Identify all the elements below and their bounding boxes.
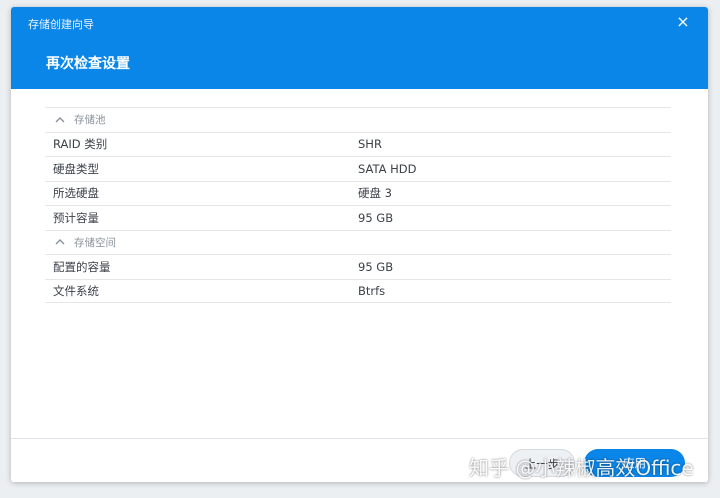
row-label: 文件系统	[53, 283, 99, 298]
section-title: 存储空间	[74, 236, 116, 249]
table-row: 硬盘类型 SATA HDD	[45, 156, 671, 181]
row-label: 配置的容量	[53, 259, 111, 274]
dialog-header: 存储创建向导 × 再次检查设置	[11, 7, 708, 89]
close-icon[interactable]: ×	[674, 13, 692, 31]
screen: 存储创建向导 × 再次检查设置 存储池 RAID 类别 SHR 硬盘类型 SAT…	[0, 0, 720, 498]
section-header-storage-volume[interactable]: 存储空间	[45, 229, 671, 255]
storage-wizard-dialog: 存储创建向导 × 再次检查设置 存储池 RAID 类别 SHR 硬盘类型 SAT…	[11, 7, 708, 482]
row-value: Btrfs	[358, 283, 386, 298]
section-title: 存储池	[74, 114, 106, 127]
table-row: RAID 类别 SHR	[45, 131, 671, 157]
row-label: 预计容量	[53, 210, 99, 225]
section-header-storage-pool[interactable]: 存储池	[45, 107, 671, 132]
table-row: 配置的容量 95 GB	[45, 254, 671, 279]
row-label: 硬盘类型	[53, 161, 99, 176]
row-label: 所选硬盘	[53, 186, 99, 201]
row-value: SATA HDD	[358, 161, 417, 176]
dialog-footer: 上一步 应用	[11, 438, 708, 482]
page-title: 再次检查设置	[46, 56, 130, 72]
summary-table: 存储池 RAID 类别 SHR 硬盘类型 SATA HDD 所选硬盘 硬盘 3 …	[45, 107, 671, 303]
table-row: 文件系统 Btrfs	[45, 278, 671, 303]
table-row: 预计容量 95 GB	[45, 205, 671, 230]
window-title: 存储创建向导	[28, 18, 94, 31]
row-value: 95 GB	[358, 210, 394, 225]
chevron-up-icon	[55, 239, 65, 245]
row-value: 硬盘 3	[358, 186, 392, 201]
row-value: 95 GB	[358, 259, 394, 274]
row-label: RAID 类别	[53, 137, 108, 152]
apply-button[interactable]: 应用	[584, 449, 685, 477]
previous-button[interactable]: 上一步	[509, 449, 575, 477]
row-value: SHR	[358, 137, 382, 152]
table-row: 所选硬盘 硬盘 3	[45, 180, 671, 206]
chevron-up-icon	[55, 116, 65, 123]
